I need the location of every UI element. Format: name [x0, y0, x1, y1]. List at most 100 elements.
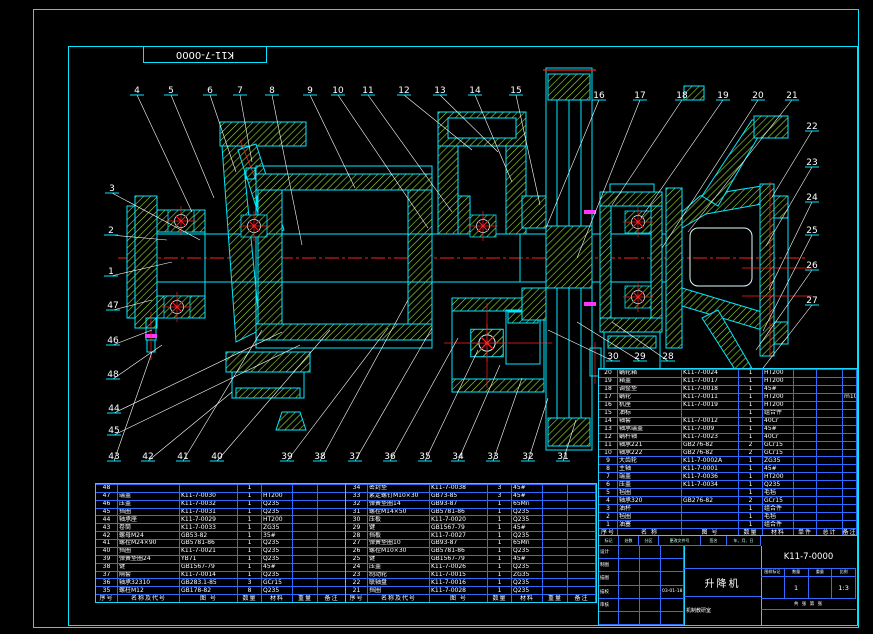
bom-cell: K11-7-0026	[430, 563, 488, 571]
bom-cell: 2	[739, 496, 763, 504]
bom-cell: 1	[739, 433, 763, 441]
bom-cell	[293, 523, 318, 531]
bom-cell	[817, 496, 843, 504]
bom-cell: 45#	[512, 555, 543, 563]
bom-cell: GB178-82	[180, 586, 238, 594]
balloon-number: 5	[168, 86, 174, 96]
bom-cell: 45#	[512, 523, 543, 531]
bom-cell: 螺栓M14×50	[368, 508, 430, 516]
bom-cell: 机座	[618, 401, 682, 409]
info-value	[761, 577, 785, 598]
bom-cell: Q235	[262, 571, 293, 579]
bom-cell: 3	[488, 484, 512, 492]
bom-cell: 挡圈	[368, 586, 430, 594]
bom-cell: 16	[599, 401, 618, 409]
sig-cell: 描校	[599, 586, 619, 599]
bom-cell	[843, 377, 857, 385]
leader-line	[137, 95, 192, 212]
bom-cell: 1	[739, 417, 763, 425]
bom-cell: 压盖	[618, 480, 682, 488]
balloon-number: 7	[237, 86, 243, 96]
rev-strip-label: 标记	[599, 536, 619, 546]
bom-cell: 1	[488, 531, 512, 539]
leader-line	[390, 338, 458, 461]
bom-cell: Q235	[262, 555, 293, 563]
bom-cell: 45#	[763, 425, 794, 433]
bom-cell: 轴承端盖	[618, 425, 682, 433]
balloon-number: 41	[177, 452, 188, 462]
bom-cell	[568, 492, 596, 500]
bom-cell	[794, 480, 817, 488]
bom-cell: 41	[96, 539, 118, 547]
bom-cell: 9	[599, 456, 618, 464]
bom-cell: 1	[739, 488, 763, 496]
bom-cell	[543, 531, 568, 539]
bom-cell	[262, 484, 293, 492]
bom-cell	[817, 417, 843, 425]
title-block-spacer	[684, 546, 761, 569]
bom-cell: 22	[346, 578, 368, 586]
bom-cell: 4	[599, 496, 618, 504]
balloon-number: 34	[452, 452, 464, 462]
bom-cell: 8	[238, 586, 262, 594]
bom-cell: 端盖	[618, 472, 682, 480]
bom-cell	[817, 409, 843, 417]
bom-cell: 65Mn	[512, 500, 543, 508]
bom-cell	[293, 571, 318, 579]
bom-cell	[682, 512, 739, 520]
bom-cell	[568, 531, 596, 539]
bom-cell: GB93-87	[430, 539, 488, 547]
bom-cell: 33	[346, 492, 368, 500]
bom-cell: 数量	[488, 594, 512, 602]
bom-cell	[568, 547, 596, 555]
bom-cell: 毡圈	[618, 488, 682, 496]
balloon-number: 38	[314, 452, 326, 462]
balloon-number: 33	[487, 452, 498, 462]
bom-cell	[543, 508, 568, 516]
bom-cell: 45#	[763, 385, 794, 393]
bom-cell	[568, 523, 596, 531]
bom-cell	[817, 472, 843, 480]
bom-cell: 14	[599, 417, 618, 425]
drawing-sheet: 4567891011121314151617181920212223242526…	[0, 0, 873, 634]
bom-cell: Q235	[262, 500, 293, 508]
bom-cell	[843, 520, 857, 528]
bom-cell: 1	[238, 555, 262, 563]
bom-cell: 1	[739, 512, 763, 520]
bom-cell	[318, 523, 346, 531]
balloon-number: 26	[806, 261, 818, 271]
balloon-number: 45	[108, 426, 119, 436]
bom-cell	[682, 520, 739, 528]
bom-cell: GB53-82	[180, 531, 238, 539]
bom-cell	[293, 555, 318, 563]
bom-cell: 1	[488, 539, 512, 547]
bom-cell: 30	[346, 515, 368, 523]
bom-cell: m10×47	[843, 393, 857, 401]
balloon-number: 44	[108, 404, 120, 414]
bom-cell: 键	[118, 563, 180, 571]
bom-cell	[318, 484, 346, 492]
bom-cell	[318, 555, 346, 563]
leader-line	[662, 100, 758, 248]
bom-cell	[318, 515, 346, 523]
bom-cell	[293, 515, 318, 523]
bom-cell	[543, 586, 568, 594]
bom-cell: 1	[488, 555, 512, 563]
bom-cell: 18	[599, 385, 618, 393]
bom-cell: 名称及代号	[118, 594, 180, 602]
bom-cell: 43	[96, 523, 118, 531]
balloon-number: 43	[108, 452, 119, 462]
bom-cell: 轴承座	[118, 515, 180, 523]
bom-cell: 40Cr	[763, 433, 794, 441]
bom-cell	[843, 456, 857, 464]
bom-cell: GB276-82	[682, 441, 739, 449]
bom-cell: 1	[238, 492, 262, 500]
bom-cell: 1	[488, 571, 512, 579]
bom-cell	[543, 555, 568, 563]
bom-cell	[543, 571, 568, 579]
bom-cell	[543, 484, 568, 492]
bom-cell: K11-7-0034	[682, 480, 739, 488]
bom-cell	[568, 571, 596, 579]
bom-cell: 组合件	[763, 504, 794, 512]
bom-cell	[817, 464, 843, 472]
